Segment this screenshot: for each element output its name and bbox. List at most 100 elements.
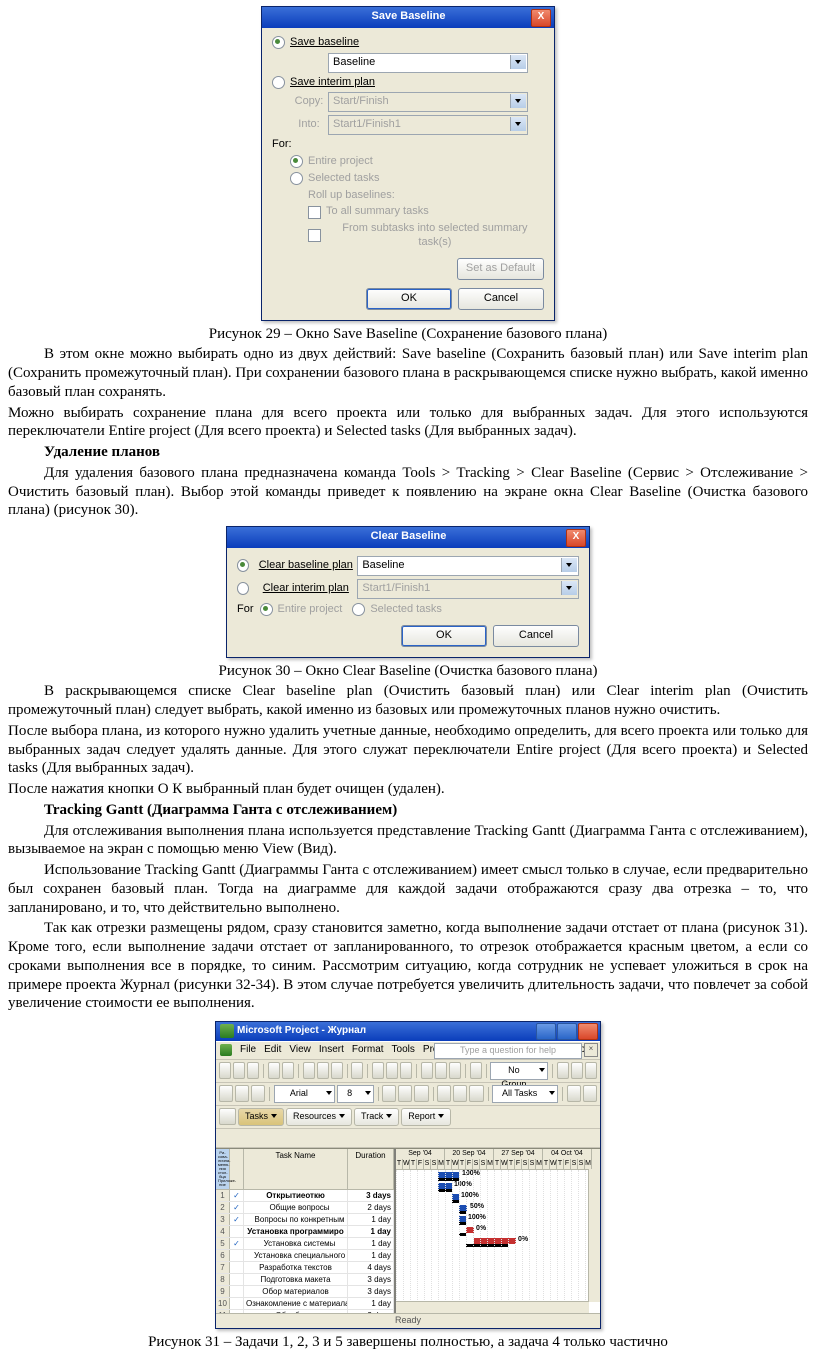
align-right-icon[interactable] [469,1085,483,1102]
info-column-header[interactable]: Ри-сова-лична-меню-ния стол-бца Приложе-… [216,1149,230,1189]
gantt-chart: Sep '0420 Sep '0427 Sep '0404 Oct '04 TW… [396,1149,600,1313]
table-row[interactable]: 1✓Открытиеоткю3 days [216,1190,394,1202]
indicator-column-header[interactable] [230,1149,244,1189]
font-size-select[interactable]: 8 [337,1085,374,1103]
align-left-icon[interactable] [437,1085,451,1102]
note-icon[interactable] [435,1062,447,1079]
option-save-baseline[interactable]: Save baseline [272,36,544,50]
minimize-icon[interactable] [536,1023,556,1040]
table-row[interactable]: 6Установка специального1 day [216,1250,394,1262]
publish-icon[interactable] [470,1062,482,1079]
entire-project-label[interactable]: Entire project [278,603,343,617]
open-icon[interactable] [233,1062,245,1079]
into-row: Into: Start1/Finish1 [290,115,544,135]
guide-icon[interactable] [219,1108,236,1125]
preview-icon[interactable] [282,1062,294,1079]
table-row[interactable]: 3✓Вопросы по конкретным1 day [216,1214,394,1226]
baseline-select[interactable]: Baseline [357,556,579,576]
save-icon[interactable] [247,1062,259,1079]
duration-column-header[interactable]: Duration [348,1149,394,1189]
radio-icon [272,36,285,49]
vertical-scrollbar[interactable] [588,1169,600,1302]
table-row[interactable]: 2✓Общие вопросы2 days [216,1202,394,1214]
undo-icon[interactable] [351,1062,363,1079]
horizontal-scrollbar[interactable] [396,1301,589,1313]
menu-edit[interactable]: Edit [264,1044,281,1057]
guide-tab-report[interactable]: Report [401,1108,451,1126]
option-save-interim[interactable]: Save interim plan [272,76,544,90]
option-clear-baseline[interactable]: Clear baseline plan Baseline [237,556,579,576]
figure-29-caption: Рисунок 29 – Окно Save Baseline (Сохране… [8,325,808,344]
checkbox-icon [308,229,321,242]
cut-icon[interactable] [303,1062,315,1079]
font-select[interactable]: Arial [274,1085,335,1103]
help-search-input[interactable]: Type a question for help [434,1043,582,1059]
menu-file[interactable]: File [240,1044,256,1057]
guide-tab-track[interactable]: Track [354,1108,399,1126]
option-clear-interim[interactable]: Clear interim plan Start1/Finish1 [237,579,579,599]
outdent-icon[interactable] [219,1085,233,1102]
bold-icon[interactable] [382,1085,396,1102]
filter-select[interactable]: All Tasks [492,1085,558,1103]
close-icon[interactable] [578,1023,598,1040]
guide-tab-tasks[interactable]: Tasks [238,1108,284,1126]
table-row[interactable]: 7Разработка текстов4 days [216,1262,394,1274]
separator [378,1087,379,1101]
paste-icon[interactable] [331,1062,343,1079]
option-entire-project[interactable]: Entire project [290,155,544,169]
wizard-icon[interactable] [583,1085,597,1102]
baseline-select-row: Baseline [290,53,544,73]
align-center-icon[interactable] [453,1085,467,1102]
split-icon[interactable] [400,1062,412,1079]
assign-icon[interactable] [449,1062,461,1079]
copy-icon[interactable] [317,1062,329,1079]
table-row[interactable]: 5✓Установка системы1 day [216,1238,394,1250]
table-row[interactable]: 8Подготовка макета3 days [216,1274,394,1286]
zoomout-icon[interactable] [571,1062,583,1079]
autofilter-icon[interactable] [567,1085,581,1102]
separator [263,1064,264,1078]
menu-format[interactable]: Format [352,1044,384,1057]
name-column-header[interactable]: Task Name [244,1149,348,1189]
zoomin-icon[interactable] [557,1062,569,1079]
table-row[interactable]: 4Установка программиро1 day [216,1226,394,1238]
close-icon[interactable]: X [531,9,551,27]
paragraph: Использование Tracking Gantt (Диаграммы … [8,861,808,917]
group-select[interactable]: No Group [490,1062,548,1080]
cancel-button[interactable]: Cancel [458,288,544,310]
cancel-button[interactable]: Cancel [493,625,579,647]
menu-tools[interactable]: Tools [392,1044,415,1057]
paragraph: Для отслеживания выполнения плана исполь… [8,822,808,860]
unlink-icon[interactable] [386,1062,398,1079]
entry-bar[interactable] [216,1129,600,1148]
ok-button[interactable]: OK [366,288,452,310]
table-row[interactable]: 11Обработка2 days [216,1310,394,1313]
guide-tab-resources[interactable]: Resources [286,1108,352,1126]
option-label: Selected tasks [308,172,380,186]
maximize-icon[interactable] [557,1023,577,1040]
close-icon[interactable]: X [566,529,586,547]
table-row[interactable]: 10Ознакомление с материала1 day [216,1298,394,1310]
italic-icon[interactable] [398,1085,412,1102]
bar-label: 100% [461,1192,479,1201]
new-icon[interactable] [219,1062,231,1079]
show-icon[interactable] [251,1085,265,1102]
separator [416,1064,417,1078]
selected-tasks-label[interactable]: Selected tasks [370,603,442,617]
print-icon[interactable] [268,1062,280,1079]
menu-insert[interactable]: Insert [319,1044,344,1057]
menu-view[interactable]: View [289,1044,311,1057]
underline-icon[interactable] [414,1085,428,1102]
table-row[interactable]: 9Обор материалов3 days [216,1286,394,1298]
chevron-down-icon [561,581,577,595]
baseline-select[interactable]: Baseline [328,53,528,73]
ok-button[interactable]: OK [401,625,487,647]
baseline-select-value: Baseline [362,559,404,573]
goto-icon[interactable] [585,1062,597,1079]
indent-icon[interactable] [235,1085,249,1102]
doc-close-icon[interactable]: × [584,1043,598,1057]
info-icon[interactable] [421,1062,433,1079]
separator [347,1064,348,1078]
option-selected-tasks[interactable]: Selected tasks [290,172,544,186]
link-icon[interactable] [372,1062,384,1079]
